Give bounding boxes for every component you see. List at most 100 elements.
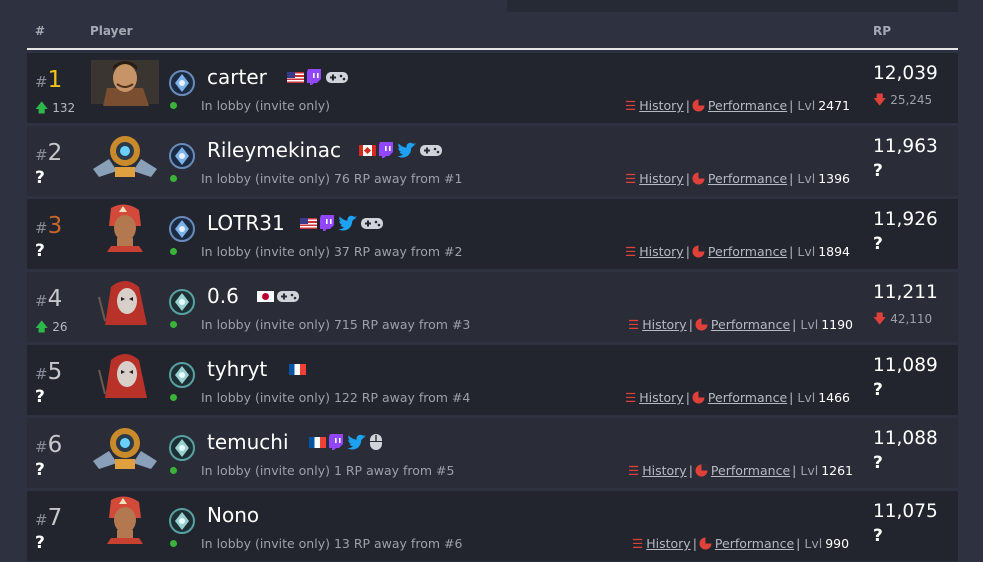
performance-link[interactable]: Performance <box>711 317 790 332</box>
history-link[interactable]: History <box>642 317 686 332</box>
online-status-dot <box>170 102 177 109</box>
status-text: In lobby (invite only) 122 RP away from … <box>201 390 471 405</box>
pie-chart-icon <box>695 318 708 331</box>
player-level: 1466 <box>818 390 851 405</box>
twitch-icon[interactable] <box>378 141 395 159</box>
online-status-dot <box>170 175 177 182</box>
rp-change: 🡇 42,110 <box>873 312 933 327</box>
history-link[interactable]: History <box>639 171 683 186</box>
table-row[interactable]: #5 ? tyhryt In lobby (invite only) 122 R… <box>27 345 958 415</box>
row-links: ☰ History | Performance | Lvl 990 <box>632 536 850 551</box>
twitch-icon[interactable] <box>306 68 323 86</box>
player-level: 1190 <box>821 317 854 332</box>
history-link[interactable]: History <box>639 390 683 405</box>
player-level: 2471 <box>818 98 851 113</box>
player-name[interactable]: carter <box>207 65 267 89</box>
rank-change: ? <box>35 241 45 261</box>
rank-badge-icon <box>169 289 195 315</box>
rp-value: 11,926 <box>873 209 938 230</box>
rp-value: 11,963 <box>873 136 938 157</box>
player-icons <box>287 68 349 86</box>
rank-change: ? <box>35 168 45 188</box>
table-row[interactable]: #2 ? Rileymekinac In lobby (invite only)… <box>27 126 958 196</box>
history-link[interactable]: History <box>646 536 690 551</box>
arrow-up-icon: 🡅 <box>35 320 49 335</box>
gamepad-icon <box>420 145 442 156</box>
flag-jp-icon <box>257 290 274 302</box>
twitter-icon[interactable] <box>397 141 417 159</box>
player-icons <box>359 141 443 159</box>
table-row[interactable]: #7 ? Nono In lobby (invite only) 13 RP a… <box>27 491 958 561</box>
performance-link[interactable]: Performance <box>708 244 787 259</box>
table-row[interactable]: #3 ? LOTR31 In lobby (invite only) 37 RP… <box>27 199 958 269</box>
online-status-dot <box>170 540 177 547</box>
online-status-dot <box>170 467 177 474</box>
rp-value: 11,075 <box>873 501 938 522</box>
rank-change: 🡅 26 <box>35 320 68 335</box>
history-link[interactable]: History <box>639 98 683 113</box>
avatar <box>93 136 157 177</box>
pie-chart-icon <box>692 245 705 258</box>
rp-change: ? <box>873 453 883 473</box>
rank-badge-icon <box>169 362 195 388</box>
player-level: 990 <box>825 536 850 551</box>
table-row[interactable]: #4 🡅 26 0.6 In lobby (invite only) 715 R… <box>27 272 958 342</box>
player-name[interactable]: LOTR31 <box>207 211 285 235</box>
player-name[interactable]: 0.6 <box>207 284 239 308</box>
avatar <box>107 204 143 252</box>
twitter-icon[interactable] <box>338 214 358 232</box>
row-links: ☰ History | Performance | Lvl 2471 <box>625 98 851 113</box>
rank-change: ? <box>35 460 45 480</box>
player-level: 1396 <box>818 171 851 186</box>
table-row[interactable]: #1 🡅 132 carter In lobby (invite only) ☰… <box>27 53 958 123</box>
rp-change: ? <box>873 234 883 254</box>
history-link[interactable]: History <box>642 463 686 478</box>
avatar <box>98 354 147 398</box>
twitch-icon[interactable] <box>319 214 336 232</box>
table-row[interactable]: #6 ? temuchi In lobby (invite only) 1 RP… <box>27 418 958 488</box>
list-icon: ☰ <box>628 463 640 478</box>
status-text: In lobby (invite only) 76 RP away from #… <box>201 171 463 186</box>
flag-ca-icon <box>359 144 376 156</box>
player-name[interactable]: temuchi <box>207 430 289 454</box>
performance-link[interactable]: Performance <box>708 390 787 405</box>
flag-us-icon <box>287 71 304 83</box>
rank-badge-icon <box>169 216 195 242</box>
player-column-header: Player <box>90 24 133 38</box>
row-links: ☰ History | Performance | Lvl 1396 <box>625 171 851 186</box>
rank: #6 <box>35 432 63 458</box>
rp-change: ? <box>873 161 883 181</box>
gamepad-icon <box>361 218 383 229</box>
list-icon: ☰ <box>625 244 637 259</box>
performance-link[interactable]: Performance <box>708 171 787 186</box>
pie-chart-icon <box>692 99 705 112</box>
online-status-dot <box>170 248 177 255</box>
rp-change: 🡇 25,245 <box>873 93 933 108</box>
player-name[interactable]: tyhryt <box>207 357 267 381</box>
rp-value: 11,211 <box>873 282 938 303</box>
avatar <box>93 428 157 469</box>
player-name[interactable]: Nono <box>207 503 259 527</box>
rank: #2 <box>35 140 63 166</box>
performance-link[interactable]: Performance <box>715 536 794 551</box>
history-link[interactable]: History <box>639 244 683 259</box>
list-icon: ☰ <box>625 171 637 186</box>
table-header: # Player RP <box>27 0 958 50</box>
arrow-down-icon: 🡇 <box>873 312 887 327</box>
list-icon: ☰ <box>625 390 637 405</box>
pie-chart-icon <box>699 537 712 550</box>
performance-link[interactable]: Performance <box>708 98 787 113</box>
avatar <box>107 496 143 544</box>
rank: #4 <box>35 286 63 312</box>
rank-change: ? <box>35 533 45 553</box>
twitch-icon[interactable] <box>328 433 345 451</box>
pie-chart-icon <box>695 464 708 477</box>
rank: #1 <box>35 67 63 93</box>
rank: #7 <box>35 505 63 531</box>
rank-column-header: # <box>35 24 46 38</box>
rp-value: 12,039 <box>873 63 938 84</box>
performance-link[interactable]: Performance <box>711 463 790 478</box>
twitter-icon[interactable] <box>347 433 367 451</box>
player-name[interactable]: Rileymekinac <box>207 138 341 162</box>
rank: #5 <box>35 359 63 385</box>
